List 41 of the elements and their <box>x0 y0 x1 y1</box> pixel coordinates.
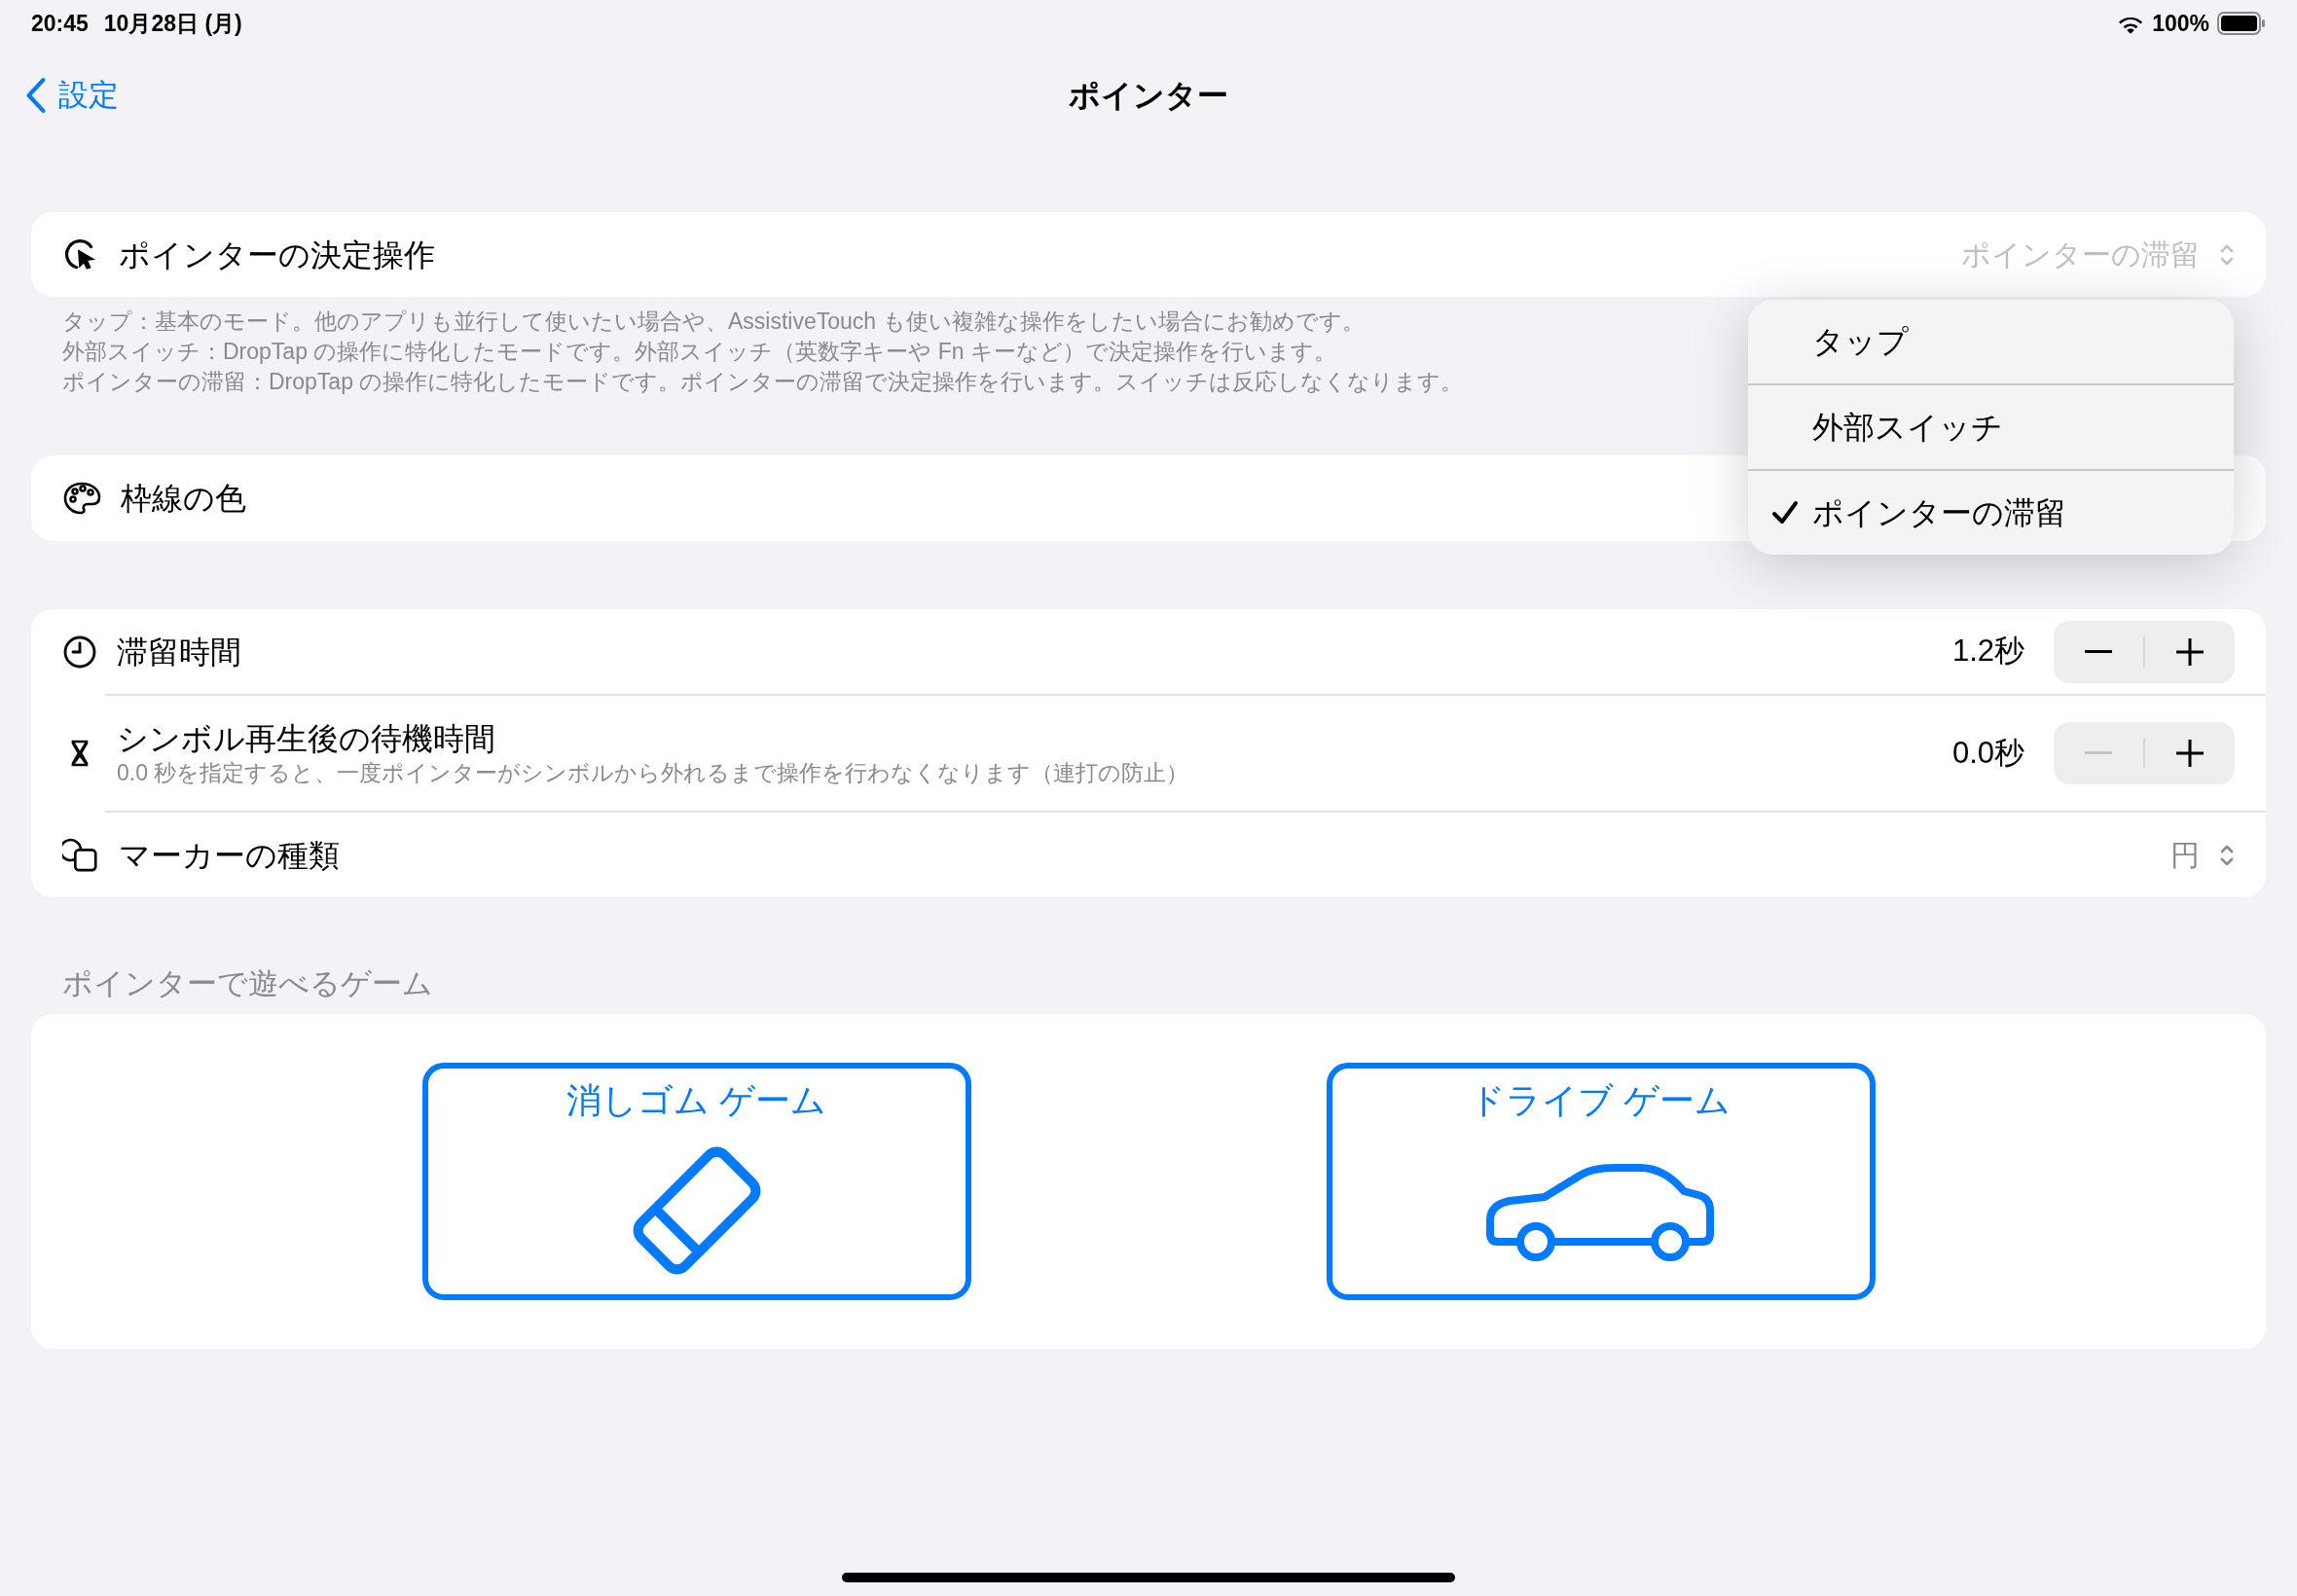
back-chevron-icon <box>25 77 47 114</box>
status-date: 10月28日 (月) <box>103 9 242 38</box>
game-title: ドライブ ゲーム <box>1470 1079 1732 1122</box>
page-title: ポインター <box>1069 77 1228 115</box>
menu-item-label: ポインターの滞留 <box>1812 494 2066 532</box>
battery-percent: 100% <box>2152 9 2209 38</box>
stepper[interactable] <box>2054 620 2235 683</box>
plus-icon <box>2176 740 2204 767</box>
game-title: 消しゴム ゲーム <box>566 1079 826 1122</box>
setting-label: マーカーの種類 <box>119 836 341 875</box>
minus-icon <box>2085 649 2112 654</box>
setting-subtitle: 0.0 秒を指定すると、一度ポインターがシンボルから外れるまで操作を行わなくなります（連打の防止） <box>117 759 1190 787</box>
palette-icon <box>62 481 101 516</box>
status-time: 20:45 <box>31 9 89 38</box>
menu-item-label: 外部スイッチ <box>1812 409 2003 447</box>
setting-value: ポインターの滞留 <box>1961 237 2200 272</box>
setting-label: 滞留時間 <box>117 633 242 671</box>
game-button[interactable]: ドライブ ゲーム <box>1326 1063 1876 1300</box>
description-text: 外部スイッチ：DropTap の操作に特化したモードです。外部スイッチ（英数字キーや Fn キーなど）で決定操作を行います。 <box>62 338 1336 366</box>
game-button[interactable]: 消しゴム ゲーム <box>421 1063 971 1300</box>
battery-icon <box>2217 12 2266 35</box>
minus-icon <box>2085 751 2112 755</box>
setting-value: 円 <box>2170 838 2200 873</box>
clock-icon <box>62 634 97 670</box>
menu-item[interactable]: タップ <box>1748 300 2234 383</box>
hourglass-icon <box>70 739 90 768</box>
description-text: タップ：基本のモード。他のアプリも並行して使いたい場合や、AssistiveTouch も使い複雑な操作をしたい場合にお勧めです。 <box>62 308 1365 336</box>
overlapping-shapes-icon <box>62 836 99 874</box>
setting-label: シンボル再生後の待機時間 <box>117 720 496 758</box>
menu-item-label: タップ <box>1812 323 1909 361</box>
description-text: ポインターの滞留：DropTap の操作に特化したモードです。ポインターの滞留で決定操作を行います。スイッチは反応しなくなります。 <box>62 368 1464 396</box>
checkmark-icon <box>1771 500 1799 526</box>
menu-item[interactable]: 外部スイッチ <box>1748 385 2234 469</box>
setting-row[interactable]: ポインターの決定操作 ポインターの滞留 <box>31 212 2266 297</box>
setting-label: 枠線の色 <box>121 480 246 518</box>
plus-icon <box>2176 637 2204 666</box>
setting-value: 0.0秒 <box>1951 734 2024 772</box>
back-button[interactable]: 設定 <box>25 72 119 119</box>
setting-value: 1.2秒 <box>1951 633 2024 671</box>
section-header: ポインターで遊べるゲーム <box>61 965 434 1002</box>
setting-label: ポインターの決定操作 <box>119 236 435 274</box>
